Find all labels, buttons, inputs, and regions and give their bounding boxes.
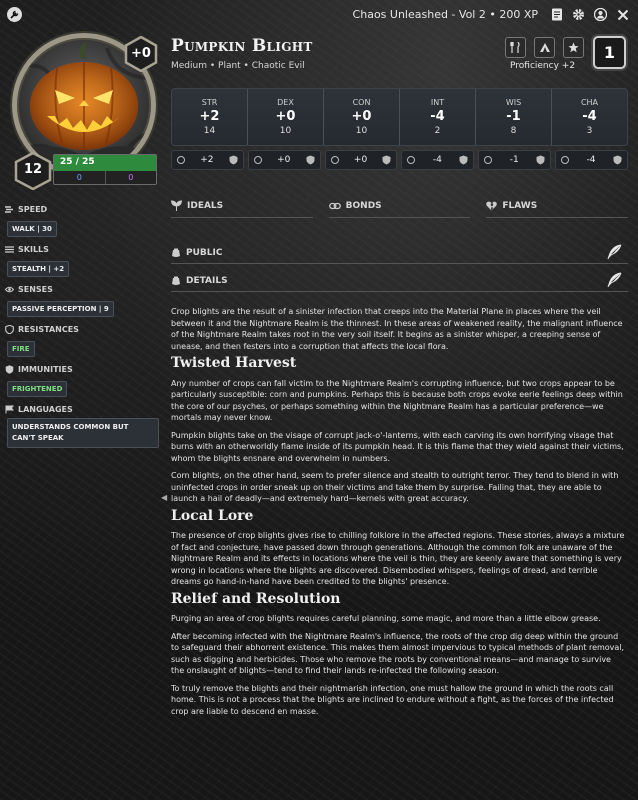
user-icon[interactable] [593,7,608,22]
speed-label: SPEED [18,205,48,214]
hit-points-box[interactable]: 25 / 25 0 0 [53,154,157,185]
pot-icon [172,276,180,285]
ability-cha[interactable]: CHA -4 3 [551,89,627,145]
resistances-label: RESISTANCES [18,325,79,334]
details-section[interactable]: DETAILS [171,272,628,292]
resistance-chip[interactable]: FIRE [7,341,35,357]
proficiency-toggle[interactable] [253,156,262,164]
shield-icon [229,155,238,165]
skills-label: SKILLS [18,245,49,254]
gear-icon[interactable] [571,7,586,22]
temp-hp[interactable]: 0 [54,171,105,184]
tent-icon[interactable] [534,37,555,58]
creature-name: Pumpkin Blight [171,36,313,56]
ability-scores-panel: STR +2 14 DEX +0 10 CON +0 10 INT -4 2 WIS -1 8 CH… [171,88,628,146]
paragraph: Crop blights are the result of a siniste… [171,307,623,351]
proficiency-toggle[interactable] [561,156,570,164]
flag-icon [5,405,14,414]
ability-str[interactable]: STR +2 14 [172,89,247,145]
collapse-arrow-icon[interactable]: ◀ [161,493,167,502]
immunity-chip[interactable]: FRIGHTENED [7,381,68,397]
paragraph: The presence of crop blights gives rise … [171,531,625,586]
close-icon[interactable] [615,7,630,22]
speed-chip[interactable]: WALK | 30 [7,221,57,237]
pot-icon [172,248,180,257]
paragraph: Any number of crops can fall victim to t… [171,378,623,423]
sidebar: SPEED WALK | 30 SKILLS STEALTH | +2 SENS… [5,203,160,454]
shield-icon [613,155,622,165]
paragraph: To truly remove the blights and their ni… [171,683,614,716]
shield-icon [382,155,391,165]
senses-chip[interactable]: PASSIVE PERCEPTION | 9 [7,301,114,317]
save-int[interactable]: -4 [401,150,475,170]
skills-icon [5,246,14,253]
title-bar: Chaos Unleashed - Vol 2 • 200 XP [0,0,638,30]
link-icon [328,202,341,209]
ability-con[interactable]: CON +0 10 [323,89,399,145]
skills-section: SKILLS STEALTH | +2 [5,243,160,280]
proficiency-toggle[interactable] [177,156,185,164]
save-str[interactable]: +2 [171,150,244,170]
initiative-value: +0 [131,46,151,61]
proficiency-box[interactable]: 1 [593,36,626,69]
heading: Local Lore [171,507,254,524]
tab-ideals[interactable]: IDEALS [171,200,313,218]
shield-icon [459,155,468,165]
resistances-section: RESISTANCES FIRE [5,323,160,360]
senses-section: SENSES PASSIVE PERCEPTION | 9 [5,283,160,320]
speed-icon [5,206,13,213]
save-cha[interactable]: -4 [555,150,628,170]
proficiency-toggle[interactable] [407,156,416,164]
eye-icon [5,286,14,293]
proficiency-toggle[interactable] [330,156,339,164]
ability-dex[interactable]: DEX +0 10 [247,89,323,145]
save-dex[interactable]: +0 [247,150,321,170]
proficiency-toggle[interactable] [484,156,493,164]
paragraph: Pumpkin blights take on the visage of co… [171,430,624,463]
shield-icon [306,155,315,165]
heading: Twisted Harvest [171,355,297,371]
personality-tabs: IDEALS BONDS FLAWS [171,200,629,218]
star-icon[interactable] [563,37,584,58]
sprout-icon [171,200,182,211]
public-section[interactable]: PUBLIC [171,244,628,264]
skills-chip[interactable]: STEALTH | +2 [7,261,70,277]
hp-bar[interactable]: 25 / 25 [54,155,156,171]
proficiency-label: Proficiency +2 [510,61,576,71]
paragraph: Corn blights, on the other hand, seem to… [171,471,619,503]
max-hp-mod[interactable]: 0 [104,171,157,184]
paragraph: After becoming infected with the Nightma… [171,631,625,676]
immunities-label: IMMUNITIES [18,365,73,374]
tab-bonds[interactable]: BONDS [328,200,471,218]
ability-wis[interactable]: WIS -1 8 [475,89,551,145]
paragraph: Purging an area of crop blights requires… [171,614,601,623]
feather-edit-icon[interactable] [606,244,622,260]
languages-section: LANGUAGES UNDERSTANDS COMMON BUT CAN'T S… [5,403,160,451]
languages-chip[interactable]: UNDERSTANDS COMMON BUT CAN'T SPEAK [7,418,159,448]
languages-label: LANGUAGES [18,405,73,414]
heading: Relief and Resolution [171,590,341,607]
ability-int[interactable]: INT -4 2 [399,89,475,145]
immunities-section: IMMUNITIES FRIGHTENED [5,363,160,400]
wrench-icon[interactable] [7,7,22,22]
shield-filled-icon [5,365,14,374]
window-title: Chaos Unleashed - Vol 2 • 200 XP [352,8,538,21]
creature-subtitle: Medium • Plant • Chaotic Evil [171,61,305,71]
level-value: 12 [23,162,43,177]
cutlery-icon[interactable] [505,37,526,58]
speed-section: SPEED WALK | 30 [5,203,160,240]
save-wis[interactable]: -1 [478,150,552,170]
save-con[interactable]: +0 [324,150,398,170]
feather-edit-icon[interactable] [606,272,622,288]
notes-icon[interactable] [549,7,564,22]
shield-icon [5,325,14,334]
broken-heart-icon [486,201,498,210]
tab-flaws[interactable]: FLAWS [486,200,629,218]
senses-label: SENSES [18,285,53,294]
shield-icon [536,155,545,165]
details-content: Crop blights are the result of a siniste… [171,306,626,723]
